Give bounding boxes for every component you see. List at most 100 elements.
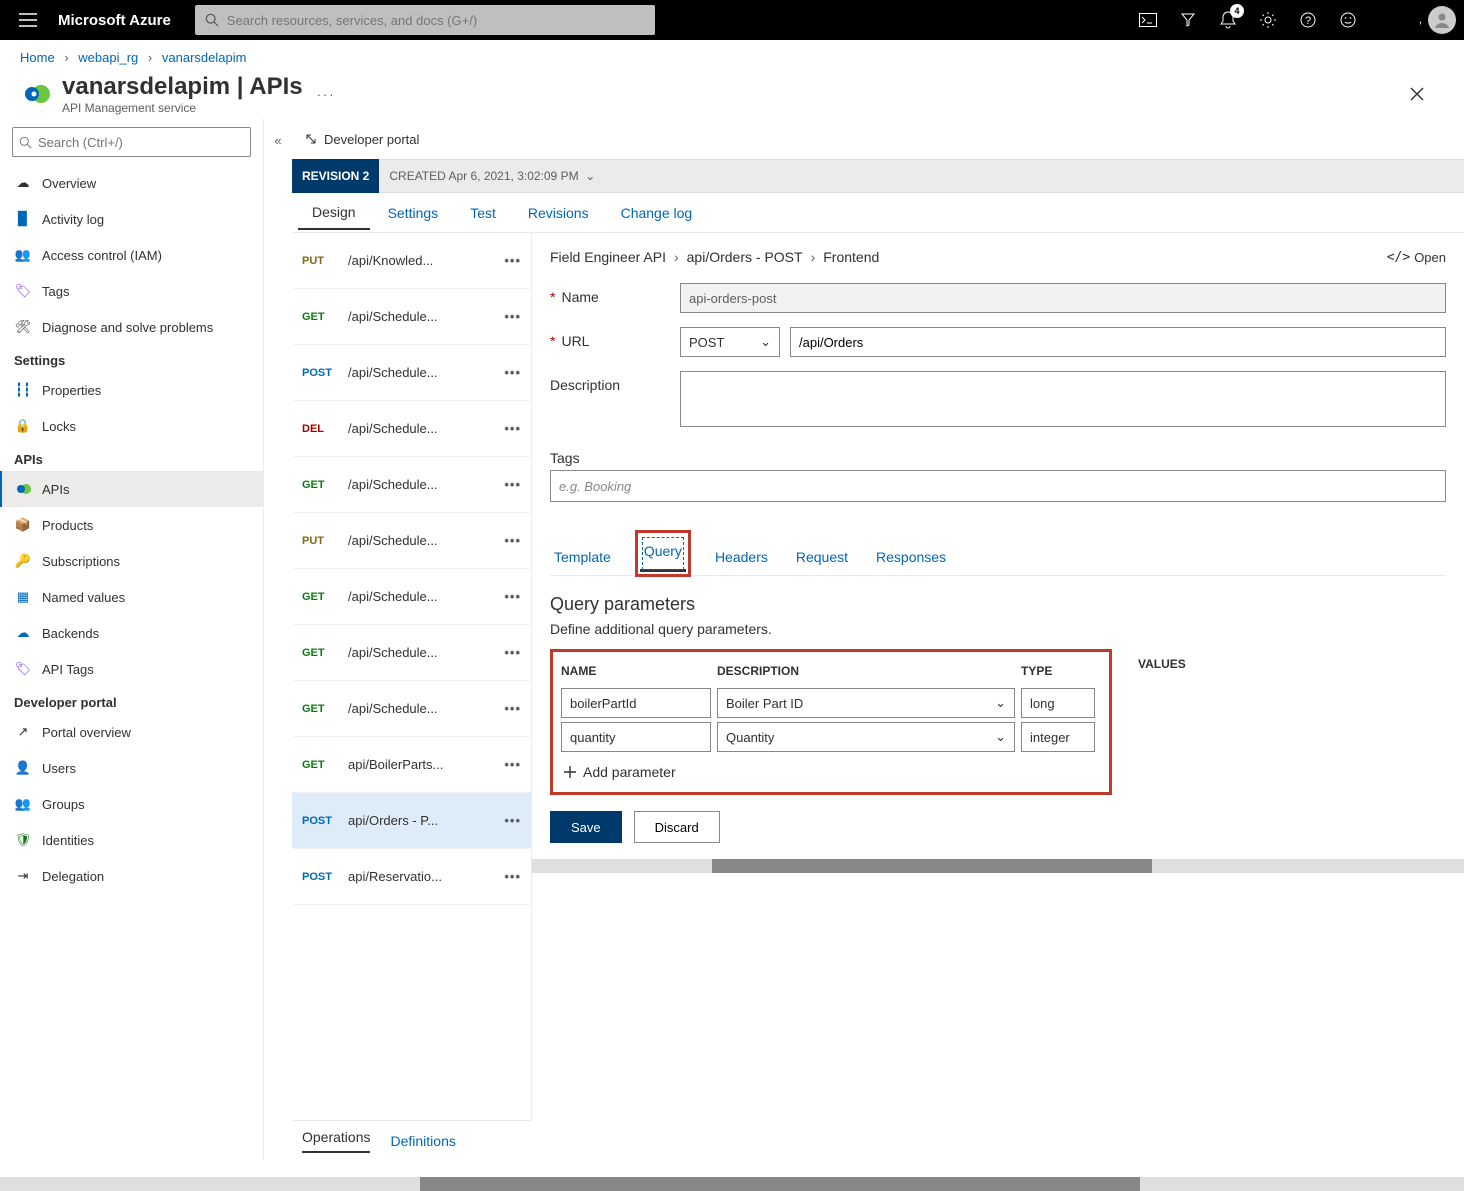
more-icon[interactable]: •••: [504, 757, 521, 772]
description-input[interactable]: [680, 371, 1446, 427]
operation-row[interactable]: PUT /api/Schedule... •••: [292, 513, 531, 569]
description-label: Description: [550, 377, 620, 393]
param-desc-input[interactable]: Quantity⌄: [717, 722, 1015, 752]
param-row: boilerPartId Boiler Part ID⌄ long: [557, 686, 1105, 720]
nav-delegation[interactable]: ⇥Delegation: [0, 858, 263, 894]
crumb-rg[interactable]: webapi_rg: [78, 50, 138, 65]
nav-api-tags[interactable]: 🏷API Tags: [0, 651, 263, 687]
crumb-resource[interactable]: vanarsdelapim: [162, 50, 247, 65]
tab-operations[interactable]: Operations: [302, 1129, 370, 1153]
sect-headers[interactable]: Headers: [711, 541, 772, 575]
nav-access-control[interactable]: 👥Access control (IAM): [0, 237, 263, 273]
detail-crumb-api[interactable]: Field Engineer API: [550, 249, 666, 265]
sect-template[interactable]: Template: [550, 541, 615, 575]
url-input[interactable]: [790, 327, 1446, 357]
detail-crumb-op[interactable]: api/Orders - POST: [687, 249, 803, 265]
nav-products[interactable]: 📦Products: [0, 507, 263, 543]
url-method-select[interactable]: POST⌄: [680, 327, 780, 357]
operation-row[interactable]: DEL /api/Schedule... •••: [292, 401, 531, 457]
chevron-down-icon[interactable]: ⌄: [995, 695, 1006, 711]
operation-row[interactable]: GET /api/Schedule... •••: [292, 625, 531, 681]
operation-row[interactable]: GET /api/Schedule... •••: [292, 569, 531, 625]
developer-portal-link[interactable]: Developer portal: [292, 119, 1464, 159]
global-search[interactable]: [195, 5, 655, 35]
discard-button[interactable]: Discard: [634, 811, 720, 843]
nav-backends[interactable]: ☁Backends: [0, 615, 263, 651]
save-button[interactable]: Save: [550, 811, 622, 843]
nav-properties[interactable]: ┇┇Properties: [0, 372, 263, 408]
more-icon[interactable]: •••: [504, 309, 521, 324]
operation-row[interactable]: GET /api/Schedule... •••: [292, 289, 531, 345]
name-input[interactable]: [680, 283, 1446, 313]
more-icon[interactable]: •••: [504, 869, 521, 884]
collapse-button[interactable]: «: [264, 119, 292, 1160]
sect-request[interactable]: Request: [792, 541, 852, 575]
operation-row[interactable]: POST api/Orders - P... •••: [292, 793, 531, 849]
chevron-down-icon[interactable]: ⌄: [995, 729, 1006, 745]
cloud-shell-icon[interactable]: [1128, 0, 1168, 40]
revision-badge[interactable]: REVISION 2: [292, 159, 379, 193]
nav-named-values[interactable]: ▦Named values: [0, 579, 263, 615]
tab-change-log[interactable]: Change log: [607, 197, 707, 229]
param-desc-input[interactable]: Boiler Part ID⌄: [717, 688, 1015, 718]
tags-input[interactable]: e.g. Booking: [550, 470, 1446, 502]
horizontal-scrollbar[interactable]: [532, 859, 1464, 873]
nav-apis[interactable]: APIs: [0, 471, 263, 507]
more-icon[interactable]: •••: [504, 589, 521, 604]
param-name-input[interactable]: quantity: [561, 722, 711, 752]
tab-revisions[interactable]: Revisions: [514, 197, 603, 229]
nav-users[interactable]: 👤Users: [0, 750, 263, 786]
nav-diagnose[interactable]: 🛠Diagnose and solve problems: [0, 309, 263, 345]
add-parameter-button[interactable]: Add parameter: [557, 754, 1105, 782]
menu-search-input[interactable]: [38, 135, 244, 150]
more-icon[interactable]: •••: [504, 813, 521, 828]
operation-row[interactable]: GET /api/Schedule... •••: [292, 457, 531, 513]
more-icon[interactable]: •••: [504, 477, 521, 492]
settings-icon[interactable]: [1248, 0, 1288, 40]
param-type-input[interactable]: long: [1021, 688, 1095, 718]
more-icon[interactable]: •••: [504, 365, 521, 380]
menu-search[interactable]: [12, 127, 251, 157]
menu-button[interactable]: [8, 0, 48, 40]
more-icon[interactable]: •••: [504, 533, 521, 548]
nav-overview[interactable]: ☁Overview: [0, 165, 263, 201]
nav-identities[interactable]: 🛡Identities: [0, 822, 263, 858]
tab-test[interactable]: Test: [456, 197, 510, 229]
help-icon[interactable]: ?: [1288, 0, 1328, 40]
nav-tags[interactable]: 🏷Tags: [0, 273, 263, 309]
open-button[interactable]: </>Open: [1387, 250, 1446, 265]
more-icon[interactable]: •••: [504, 645, 521, 660]
sect-query[interactable]: Query: [640, 535, 686, 572]
more-icon[interactable]: •••: [504, 421, 521, 436]
more-icon[interactable]: ···: [317, 87, 336, 102]
sect-responses[interactable]: Responses: [872, 541, 950, 575]
more-icon[interactable]: •••: [504, 701, 521, 716]
global-search-input[interactable]: [227, 13, 645, 28]
feedback-icon[interactable]: [1328, 0, 1368, 40]
window-horizontal-scrollbar[interactable]: [0, 1177, 1464, 1191]
operation-row[interactable]: POST /api/Schedule... •••: [292, 345, 531, 401]
operation-row[interactable]: PUT /api/Knowled... •••: [292, 233, 531, 289]
nav-portal-overview[interactable]: ↗Portal overview: [0, 714, 263, 750]
nav-locks[interactable]: 🔒Locks: [0, 408, 263, 444]
more-icon[interactable]: •••: [504, 253, 521, 268]
operation-row[interactable]: GET api/BoilerParts... •••: [292, 737, 531, 793]
chevron-down-icon[interactable]: ⌄: [585, 169, 595, 183]
notifications-icon[interactable]: 4: [1208, 0, 1248, 40]
directory-filter-icon[interactable]: [1168, 0, 1208, 40]
operation-row[interactable]: GET /api/Schedule... •••: [292, 681, 531, 737]
nav-groups[interactable]: 👥Groups: [0, 786, 263, 822]
close-button[interactable]: [1410, 87, 1424, 101]
crumb-home[interactable]: Home: [20, 50, 55, 65]
operation-row[interactable]: POST api/Reservatio... •••: [292, 849, 531, 905]
tab-settings[interactable]: Settings: [374, 197, 453, 229]
tab-definitions[interactable]: Definitions: [390, 1133, 455, 1149]
account-button[interactable]: ,: [1368, 0, 1456, 40]
nav-activity-log[interactable]: ▉Activity log: [0, 201, 263, 237]
detail-crumb-frontend: Frontend: [823, 249, 879, 265]
operations-list[interactable]: PUT /api/Knowled... •••GET /api/Schedule…: [292, 233, 532, 1120]
tab-design[interactable]: Design: [298, 196, 370, 230]
param-type-input[interactable]: integer: [1021, 722, 1095, 752]
param-name-input[interactable]: boilerPartId: [561, 688, 711, 718]
nav-subscriptions[interactable]: 🔑Subscriptions: [0, 543, 263, 579]
